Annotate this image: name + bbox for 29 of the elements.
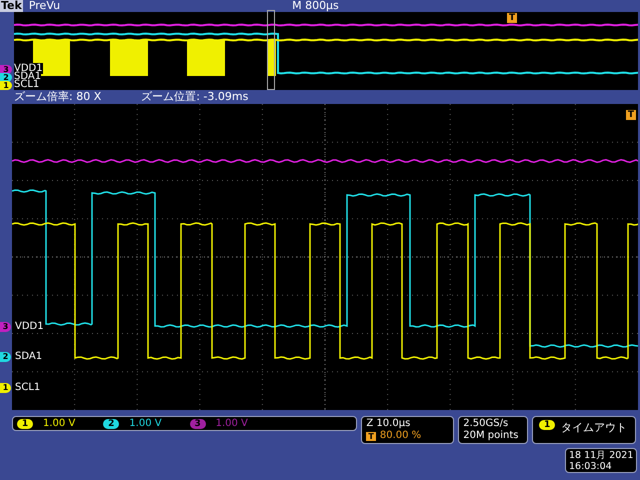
zoom-window[interactable] <box>267 10 275 90</box>
zoom-position: ズーム位置: -3.09ms <box>141 90 248 104</box>
channel-badge[interactable]: 1 <box>17 418 33 428</box>
channel-badge[interactable]: 2 <box>103 418 120 428</box>
channel-marker[interactable]: 3 <box>0 322 11 332</box>
date-label: 18 11月 2021 <box>569 450 633 461</box>
channel-marker[interactable]: 1 <box>0 81 12 90</box>
channel-marker[interactable]: 2 <box>0 73 12 82</box>
sample-rate: 2.50GS/s <box>463 418 510 430</box>
timebase-readout: M 800µs <box>292 0 339 12</box>
channel-marker[interactable]: 1 <box>0 383 11 393</box>
zoom-factor: ズーム倍率: 80 X <box>14 90 102 104</box>
channel-marker[interactable]: 2 <box>0 352 11 362</box>
trigger-marker: T <box>626 110 636 120</box>
brand-label: Tek <box>0 0 23 12</box>
channel-label: SCL1 <box>14 79 40 90</box>
zoom-scale: Z 10.0µs <box>366 418 412 430</box>
channel-scale: 1.00 V <box>129 418 162 429</box>
time-label: 16:03:04 <box>569 461 613 472</box>
trigger-marker: T <box>366 432 376 440</box>
record-length: 20M points <box>463 430 520 442</box>
trigger-mode: タイムアウト <box>561 420 628 435</box>
channel-scale: 1.00 V <box>216 418 248 429</box>
trigger-source-badge[interactable]: 1 <box>539 420 556 430</box>
trigger-position: 80.00 % <box>380 430 422 442</box>
channel-marker[interactable]: 3 <box>0 65 12 74</box>
trigger-marker: T <box>507 13 518 23</box>
channel-scale: 1.00 V <box>43 418 76 429</box>
mode-label: PreVu <box>28 0 60 12</box>
